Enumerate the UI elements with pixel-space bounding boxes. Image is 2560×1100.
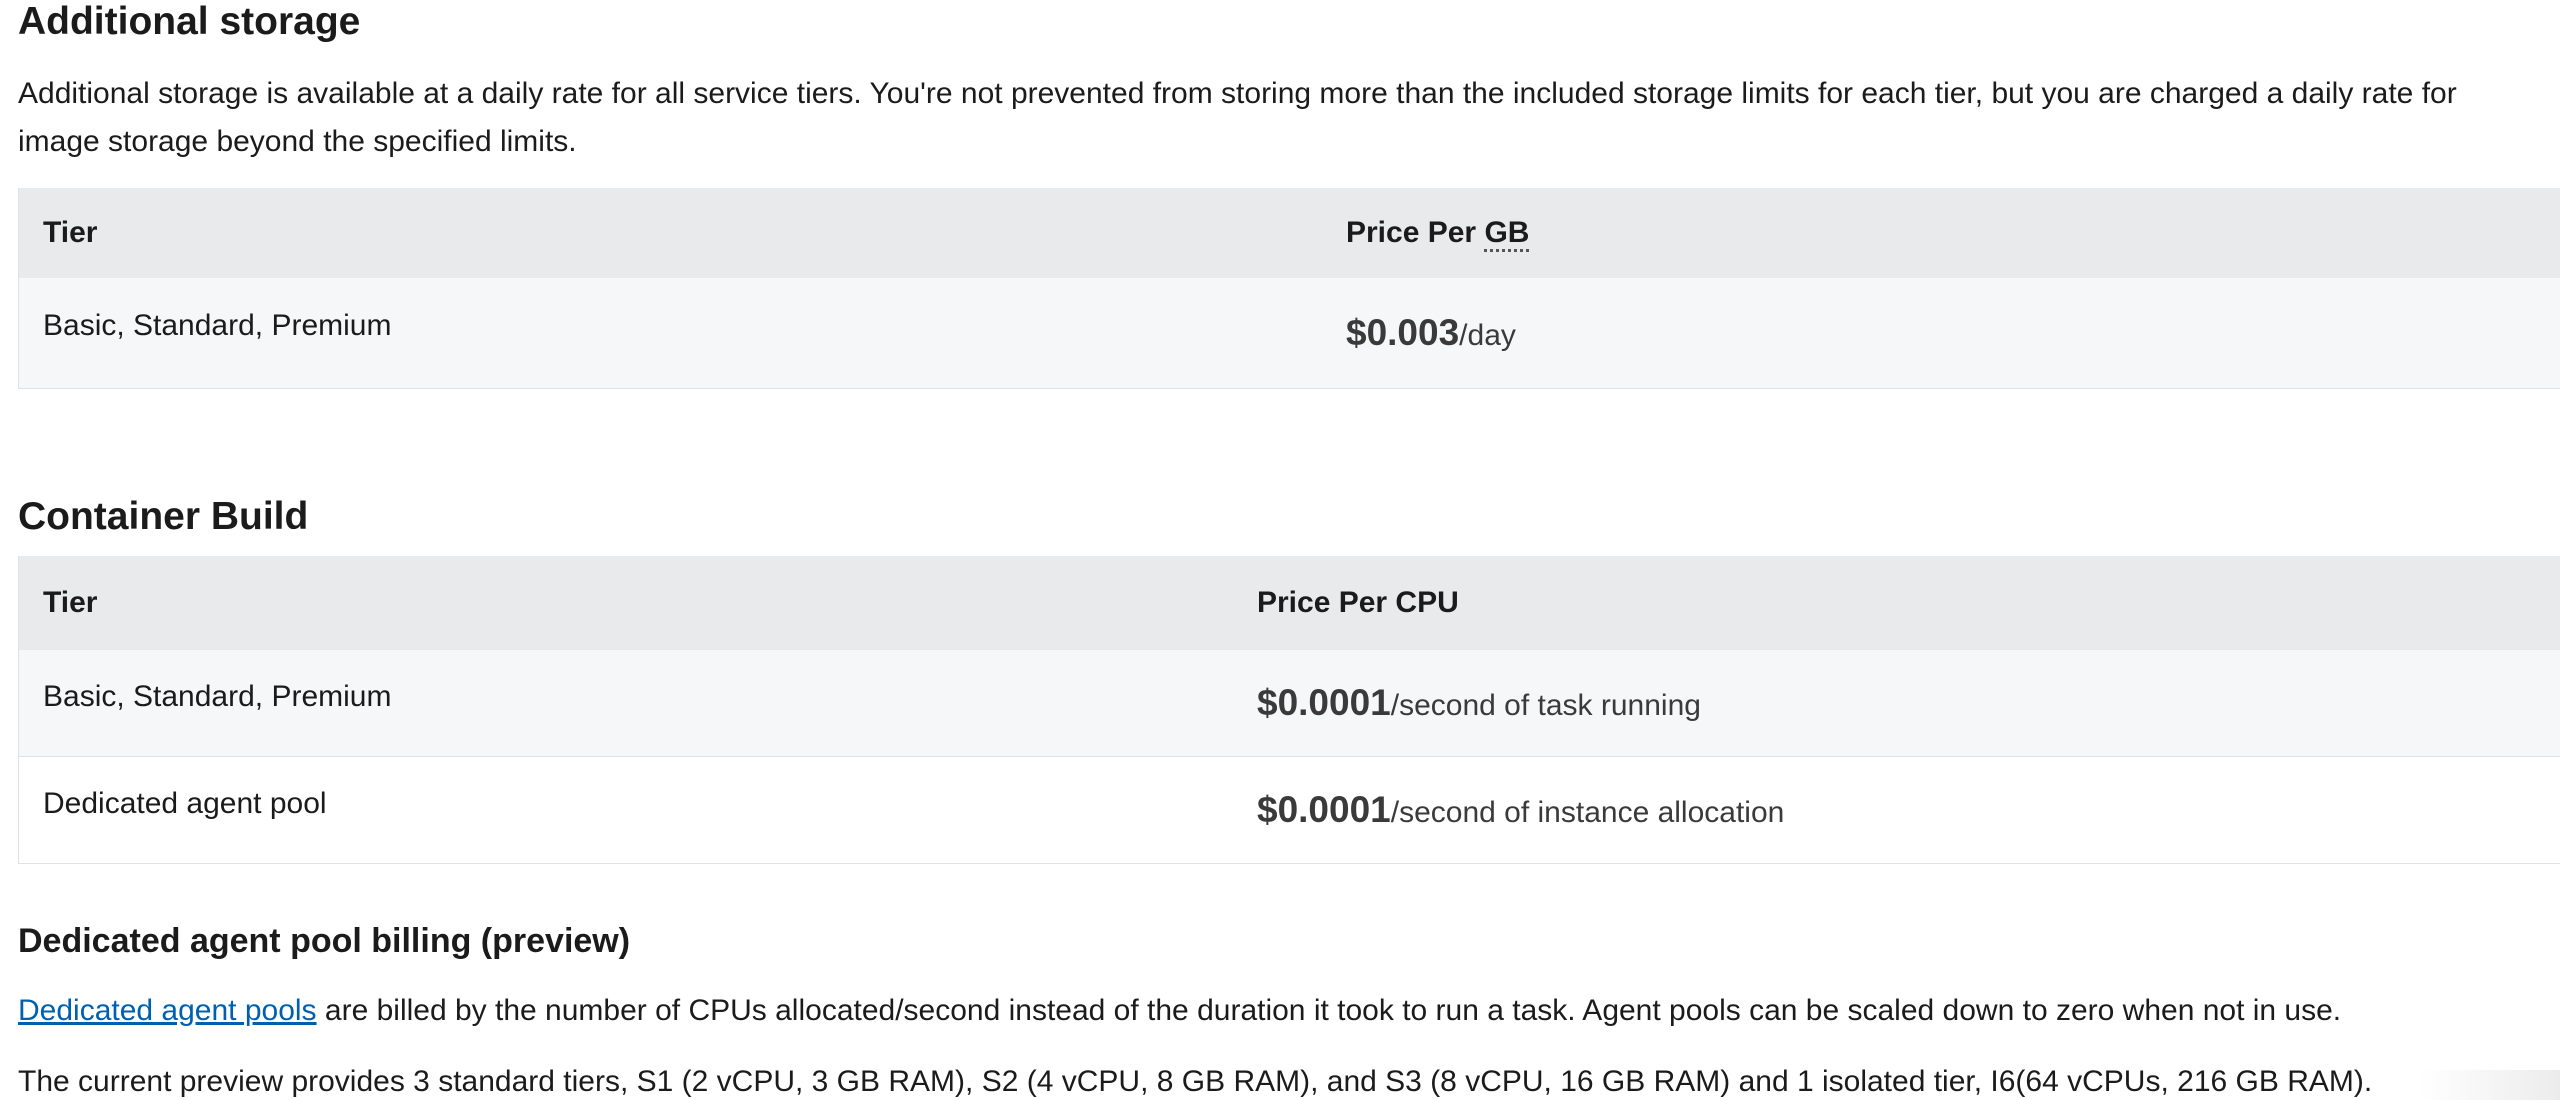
dedicated-agent-pools-link[interactable]: Dedicated agent pools bbox=[18, 994, 317, 1027]
additional-storage-description: Additional storage is available at a dai… bbox=[18, 77, 2457, 158]
price-cell: $0.0001/second of task running bbox=[1233, 682, 2560, 724]
container-build-heading: Container Build bbox=[18, 495, 309, 538]
additional-storage-table: Tier Price Per GB Basic, Standard, Premi… bbox=[18, 188, 2560, 389]
price-unit: /day bbox=[1459, 319, 1516, 352]
table-row: Dedicated agent pool $0.0001/second of i… bbox=[19, 757, 2560, 864]
table-header: Tier Price Per CPU bbox=[19, 556, 2560, 650]
price-unit: /second of instance allocation bbox=[1390, 796, 1785, 829]
price-amount: $0.0001 bbox=[1257, 682, 1391, 723]
table-header: Tier Price Per GB bbox=[19, 188, 2560, 278]
pricing-page: Additional storage Additional storage is… bbox=[0, 0, 2560, 1100]
price-amount: $0.0001 bbox=[1257, 789, 1391, 830]
tier-cell: Dedicated agent pool bbox=[43, 787, 327, 820]
paragraph-1-text: are billed by the number of CPUs allocat… bbox=[316, 994, 2342, 1027]
table-row: Basic, Standard, Premium $0.003/day bbox=[19, 278, 2560, 389]
column-header-tier: Tier bbox=[43, 216, 98, 249]
price-cell: $0.0001/second of instance allocation bbox=[1233, 789, 2560, 831]
table-row: Basic, Standard, Premium $0.0001/second … bbox=[19, 650, 2560, 757]
price-unit: /second of task running bbox=[1390, 689, 1701, 722]
dedicated-billing-paragraph-1: Dedicated agent pools are billed by the … bbox=[18, 987, 2538, 1035]
column-header-price: Price Per CPU bbox=[1257, 586, 1459, 619]
tier-cell: Basic, Standard, Premium bbox=[43, 309, 392, 342]
column-header-price-prefix: Price Per bbox=[1346, 216, 1485, 249]
scroll-fade bbox=[2420, 1070, 2560, 1100]
price-amount: $0.003 bbox=[1346, 312, 1460, 353]
column-header-price: Price Per GB bbox=[1322, 216, 2560, 252]
tier-cell: Basic, Standard, Premium bbox=[43, 680, 392, 713]
gb-abbreviation[interactable]: GB bbox=[1484, 216, 1530, 252]
additional-storage-heading: Additional storage bbox=[18, 0, 361, 43]
dedicated-billing-heading: Dedicated agent pool billing (preview) bbox=[18, 922, 631, 960]
container-build-table: Tier Price Per CPU Basic, Standard, Prem… bbox=[18, 556, 2560, 864]
price-cell: $0.003/day bbox=[1322, 312, 2560, 354]
dedicated-billing-paragraph-2: The current preview provides 3 standard … bbox=[18, 1065, 2373, 1098]
column-header-tier: Tier bbox=[43, 586, 98, 619]
